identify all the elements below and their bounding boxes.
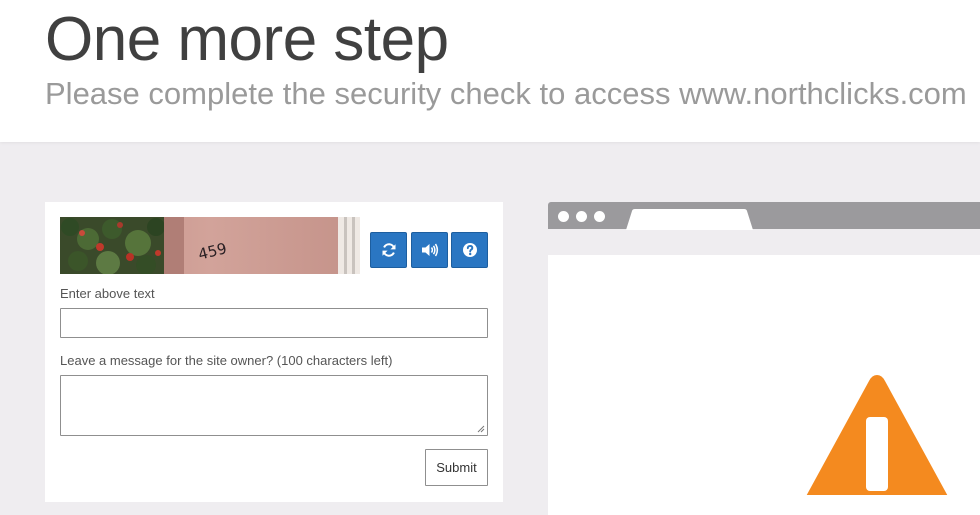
browser-content	[548, 255, 980, 515]
captcha-input-label: Enter above text	[60, 286, 155, 301]
audio-button[interactable]	[411, 232, 448, 268]
page-title: One more step	[45, 5, 449, 74]
window-dot-icon	[576, 211, 587, 222]
message-textarea[interactable]	[60, 375, 488, 436]
submit-button[interactable]: Submit	[425, 449, 488, 486]
window-dot-icon	[558, 211, 569, 222]
browser-titlebar	[548, 202, 980, 230]
message-label: Leave a message for the site owner? (100…	[60, 353, 393, 368]
refresh-icon	[381, 242, 397, 258]
browser-illustration	[548, 202, 980, 515]
help-button[interactable]	[451, 232, 488, 268]
refresh-button[interactable]	[370, 232, 407, 268]
browser-tab	[626, 209, 753, 230]
captcha-image: 459	[60, 217, 360, 274]
audio-icon	[421, 242, 439, 258]
header: One more step Please complete the securi…	[0, 0, 980, 142]
captcha-input[interactable]	[60, 308, 488, 338]
window-dot-icon	[594, 211, 605, 222]
captcha-card: 459 Enter above text Leave a message for…	[45, 202, 503, 502]
resize-grip-icon[interactable]	[477, 425, 485, 433]
warning-icon	[806, 375, 948, 495]
page-subtitle: Please complete the security check to ac…	[45, 76, 967, 111]
help-icon	[462, 242, 478, 258]
